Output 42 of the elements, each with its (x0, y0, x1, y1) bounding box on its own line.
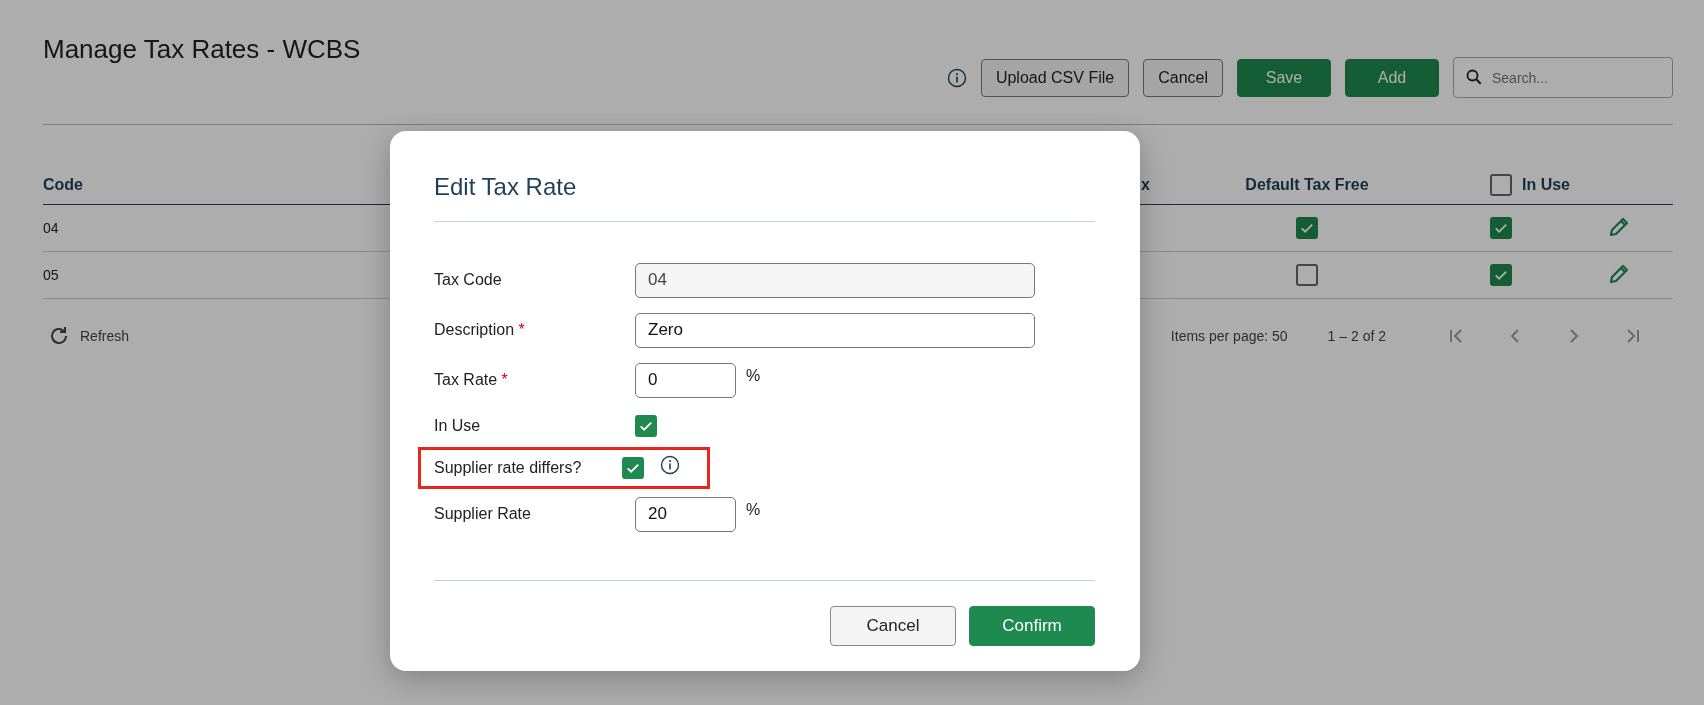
checkbox[interactable] (1296, 217, 1318, 239)
checkbox[interactable] (1490, 217, 1512, 239)
input-field[interactable]: 20 (635, 496, 736, 532)
items-per-page-label: Items per page: (1170, 328, 1269, 344)
toolbar-button[interactable]: Cancel (1143, 58, 1223, 97)
field-label: Supplier rate differs? (434, 459, 583, 477)
refresh-button[interactable]: Refresh (48, 325, 130, 347)
checkbox[interactable] (1296, 264, 1318, 286)
info-icon[interactable] (946, 67, 967, 88)
page-title: Manage Tax Rates - WCBS (43, 34, 361, 65)
field-label: Tax Rate * (434, 371, 509, 389)
column-header: Default Tax Free (1245, 175, 1369, 194)
items-per-page-select[interactable]: 50 (1272, 328, 1288, 344)
column-header: Code (43, 175, 83, 194)
field-label: Supplier Rate (434, 505, 532, 523)
field-label: Description * (434, 321, 526, 339)
dialog-title: Edit Tax Rate (434, 131, 1095, 222)
input-field[interactable]: 0 (635, 362, 736, 398)
pencil-icon[interactable] (1608, 262, 1630, 285)
toolbar-button[interactable]: Upload CSV File (980, 58, 1130, 97)
checkbox[interactable] (1490, 264, 1512, 286)
input-field[interactable]: Zero (635, 312, 1035, 348)
toolbar-button[interactable]: Save (1237, 58, 1331, 97)
unit-label: % (746, 501, 761, 519)
dialog-button[interactable]: Confirm (969, 606, 1095, 646)
checkbox[interactable] (635, 415, 657, 437)
info-icon[interactable] (660, 455, 680, 475)
table-cell: 04 (43, 220, 59, 236)
toolbar-button[interactable]: Add (1345, 58, 1439, 97)
column-header: x (1141, 175, 1150, 194)
pencil-icon[interactable] (1608, 215, 1630, 238)
page-range: 1 – 2 of 2 (1327, 328, 1386, 344)
checkbox[interactable] (622, 457, 644, 479)
field-label: In Use (434, 417, 482, 435)
column-header: In Use (1522, 175, 1570, 194)
checkbox[interactable] (1490, 173, 1512, 196)
dialog-button[interactable]: Cancel (830, 606, 956, 646)
table-cell: 05 (43, 267, 59, 283)
refresh-icon (48, 325, 70, 347)
unit-label: % (746, 367, 761, 385)
field-label: Tax Code (434, 271, 503, 289)
search-field[interactable]: Search... (1453, 57, 1673, 98)
